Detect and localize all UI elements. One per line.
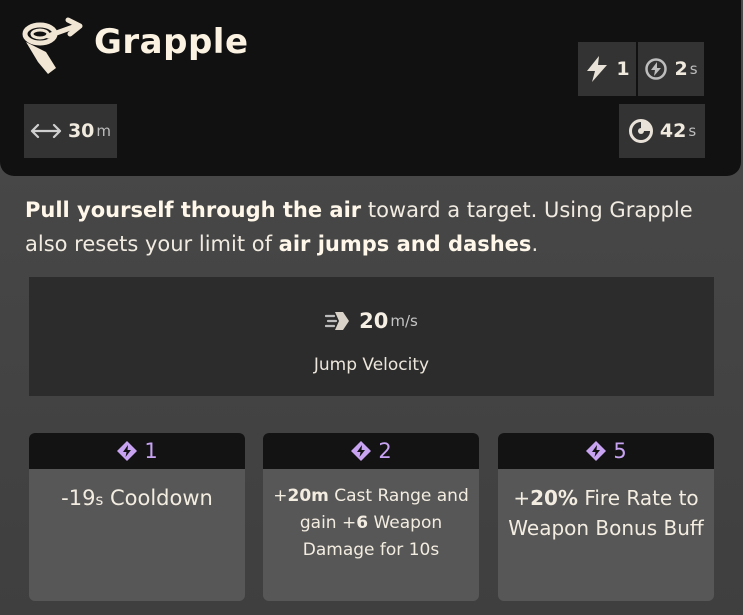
charge-cooldown-value: 2: [674, 58, 688, 80]
charge-cooldown-stat: 2 s: [638, 42, 704, 96]
jump-velocity-stat: 20 m/s: [29, 309, 714, 333]
ability-point-icon: [351, 441, 372, 461]
ability-point-icon: [117, 441, 138, 461]
description-bold-2: air jumps and dashes: [278, 232, 532, 256]
tier-1-text: Cooldown: [103, 486, 213, 510]
jump-velocity-value: 20: [359, 309, 389, 333]
range-unit: m: [96, 122, 112, 140]
description-text-2: .: [531, 232, 539, 256]
tier-5-number: 5: [613, 439, 627, 463]
charge-cooldown-unit: s: [689, 60, 698, 78]
tier-2-plus-1: +: [273, 486, 288, 506]
ability-header: Grapple 1 2 s 30 m 42 s: [0, 0, 741, 176]
charge-timer-icon: [645, 58, 668, 80]
ability-description: Pull yourself through the air toward a t…: [25, 193, 725, 261]
grapple-hook-icon: [22, 17, 83, 74]
ability-point-icon: [586, 441, 607, 461]
ability-title: Grapple: [94, 22, 249, 62]
tier-2-number: 2: [378, 439, 392, 463]
jump-velocity-label: Jump Velocity: [313, 355, 430, 375]
tier-2-plus-2: +: [341, 513, 357, 533]
upgrade-tier-5[interactable]: 5 +20% Fire Rate to Weapon Bonus Buff: [498, 433, 714, 601]
tier-1-effect: -19s Cooldown: [29, 469, 245, 515]
tier-2-value-1: 20m: [287, 486, 329, 506]
tier-5-effect: +20% Fire Rate to Weapon Bonus Buff: [498, 469, 714, 543]
tier-2-effect: +20m Cast Range and gain +6 Weapon Damag…: [263, 469, 479, 564]
upgrade-tier-1[interactable]: 1 -19s Cooldown: [29, 433, 245, 601]
tier-5-value: 20%: [530, 486, 578, 510]
ability-card: Grapple 1 2 s 30 m 42 s Pull yourself th…: [0, 0, 743, 615]
jump-velocity-panel: 20 m/s Jump Velocity: [29, 277, 714, 396]
upgrade-tier-2[interactable]: 2 +20m Cast Range and gain +6 Weapon Dam…: [263, 433, 479, 601]
tier-5-header: 5: [498, 433, 714, 469]
tier-1-value: -19: [61, 486, 96, 510]
tier-5-plus: +: [513, 486, 531, 510]
range-value: 30: [67, 120, 95, 142]
lightning-charge-icon: [587, 56, 608, 82]
cooldown-value: 42: [659, 120, 687, 142]
speed-dash-icon: [325, 312, 350, 330]
description-bold-1: Pull yourself through the air: [25, 198, 362, 222]
charges-value: 1: [616, 58, 630, 80]
tier-2-header: 2: [263, 433, 479, 469]
range-arrows-icon: [30, 123, 62, 139]
cooldown-stat: 42 s: [619, 104, 705, 158]
tier-1-header: 1: [29, 433, 245, 469]
jump-velocity-unit: m/s: [390, 312, 418, 330]
charges-stat: 1: [578, 42, 636, 96]
tier-2-value-2: 6: [356, 513, 369, 533]
range-stat: 30 m: [24, 104, 117, 158]
cooldown-unit: s: [688, 122, 697, 140]
cooldown-clock-icon: [628, 119, 653, 143]
tier-1-number: 1: [144, 439, 158, 463]
